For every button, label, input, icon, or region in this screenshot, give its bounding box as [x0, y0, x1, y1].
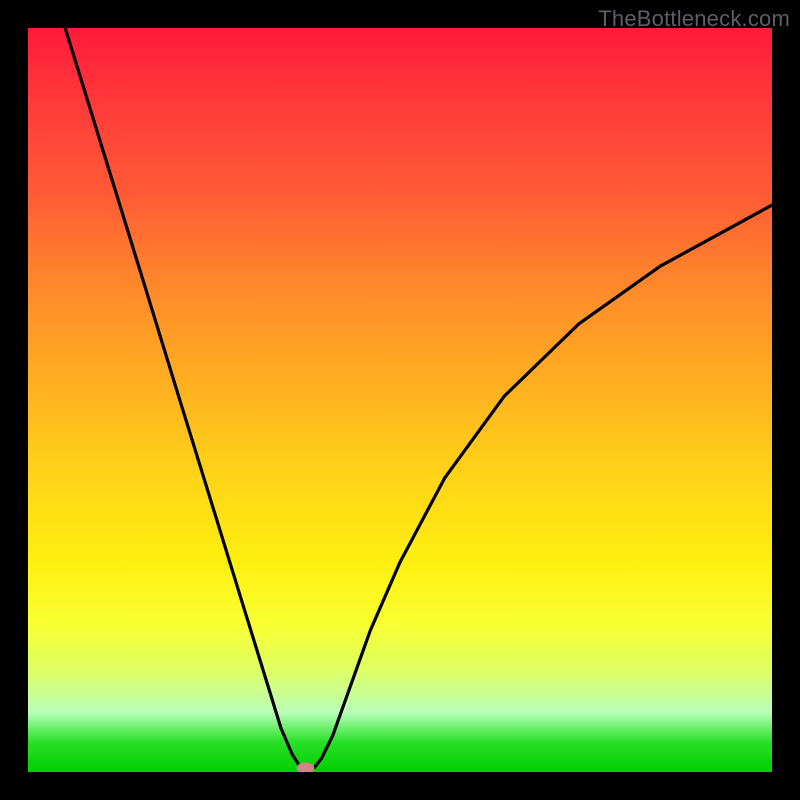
curve-svg — [28, 28, 772, 772]
bottleneck-curve — [65, 28, 772, 772]
chart-frame: TheBottleneck.com — [0, 0, 800, 800]
watermark-text: TheBottleneck.com — [598, 6, 790, 32]
plot-area — [28, 28, 772, 772]
